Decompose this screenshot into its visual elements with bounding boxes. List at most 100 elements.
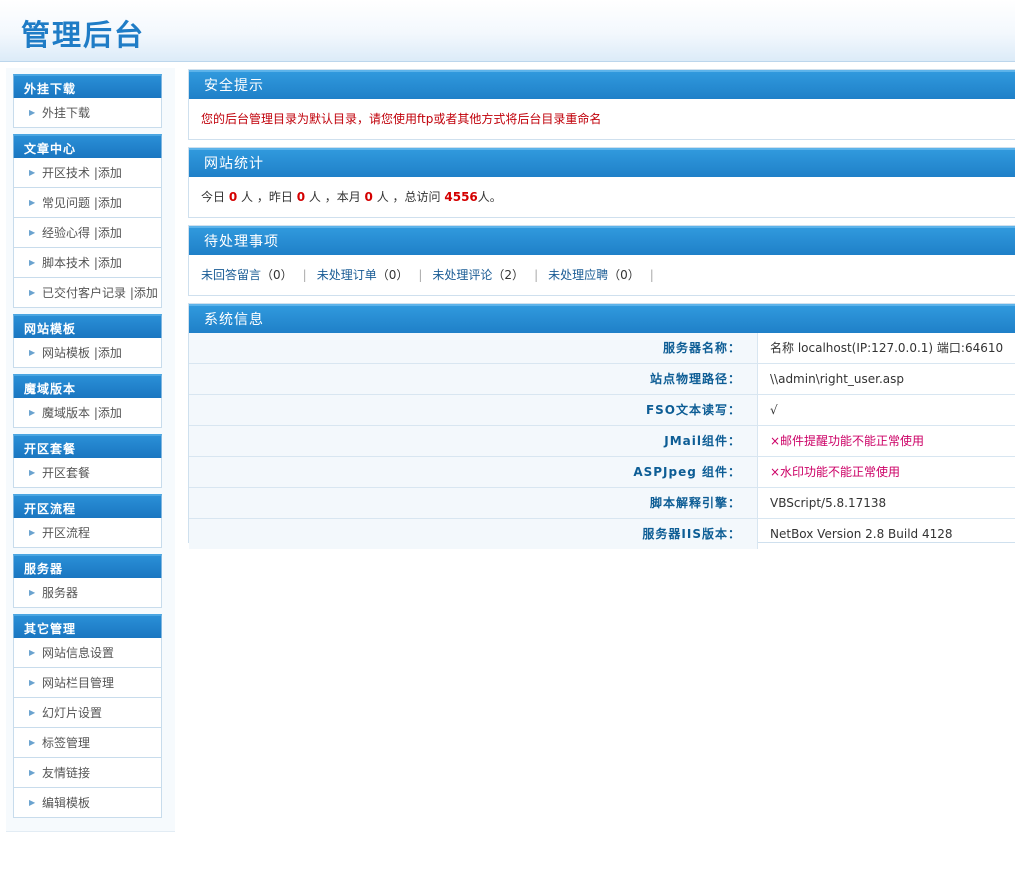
stat-label: 人 ，本月 [308, 190, 361, 204]
stat-suffix: 人。 [477, 190, 502, 204]
info-value: ×邮件提醒功能不能正常使用 [770, 434, 925, 448]
sidebar-group-title[interactable]: 魔域版本 [13, 374, 162, 398]
arrow-right-icon: ▶ [29, 288, 36, 297]
arrow-right-icon: ▶ [29, 348, 36, 357]
sidebar-group-plugin-download: 外挂下载 ▶ 外挂下载 [13, 74, 162, 128]
sidebar-item-site-info[interactable]: ▶ 网站信息设置 [13, 638, 162, 668]
arrow-right-icon: ▶ [29, 648, 36, 657]
stat-month: 0 [364, 190, 373, 204]
stat-yesterday: 0 [296, 190, 306, 204]
arrow-right-icon: ▶ [29, 198, 36, 207]
arrow-right-icon: ▶ [29, 678, 36, 687]
panel-title: 安全提示 [189, 70, 1015, 99]
sidebar-item-slides[interactable]: ▶ 幻灯片设置 [13, 698, 162, 728]
stat-label: 人 ，昨日 [241, 190, 293, 204]
add-link[interactable]: |添加 [126, 286, 158, 300]
table-row: ASPJpeg 组件： ×水印功能不能正常使用 [189, 457, 1015, 488]
sidebar-group-process: 开区流程 ▶ 开区流程 [13, 494, 162, 548]
table-row: JMail组件： ×邮件提醒功能不能正常使用 [189, 426, 1015, 457]
sidebar-item-columns[interactable]: ▶ 网站栏目管理 [13, 668, 162, 698]
sysinfo-panel: 系统信息 服务器名称： 名称 localhost(IP:127.0.0.1) 端… [188, 303, 1015, 549]
todo-unanswered-messages[interactable]: 未回答留言 [201, 268, 261, 282]
stat-total: 4556 [444, 190, 478, 204]
sidebar-group-title[interactable]: 网站模板 [13, 314, 162, 338]
info-value: VBScript/5.8.17138 [770, 496, 887, 510]
separator: | [302, 268, 307, 282]
table-row: 服务器IIS版本： NetBox Version 2.8 Build 4128 [189, 519, 1015, 549]
arrow-right-icon: ▶ [29, 588, 36, 597]
info-value: √ [770, 403, 778, 417]
info-value: 名称 localhost(IP:127.0.0.1) 端口:64610 [770, 341, 1004, 355]
info-label: 站点物理路径： [189, 364, 758, 394]
todo-pending-applications[interactable]: 未处理应聘 [548, 268, 608, 282]
info-label: 脚本解释引擎： [189, 488, 758, 518]
stat-today: 0 [228, 190, 238, 204]
security-message-row: 您的后台管理目录为默认目录，请您使用ftp或者其他方式将后台目录重命名 [189, 99, 1015, 139]
table-row: 站点物理路径： \\admin\right_user.asp [189, 364, 1015, 395]
arrow-right-icon: ▶ [29, 108, 36, 117]
arrow-right-icon: ▶ [29, 258, 36, 267]
sidebar-group-title[interactable]: 服务器 [13, 554, 162, 578]
add-link[interactable]: |添加 [90, 256, 122, 270]
info-label: 服务器IIS版本： [189, 519, 758, 549]
sidebar-item-script-tech[interactable]: ▶ 脚本技术 |添加 [13, 248, 162, 278]
sidebar-item-links[interactable]: ▶ 友情链接 [13, 758, 162, 788]
table-row: 服务器名称： 名称 localhost(IP:127.0.0.1) 端口:646… [189, 333, 1015, 364]
info-label: 服务器名称： [189, 333, 758, 363]
separator: | [649, 268, 654, 282]
info-label: ASPJpeg 组件： [189, 457, 758, 487]
add-link[interactable]: |添加 [90, 226, 122, 240]
sidebar-item-process[interactable]: ▶ 开区流程 [13, 518, 162, 548]
panel-title: 网站统计 [189, 148, 1015, 177]
sidebar: 外挂下载 ▶ 外挂下载 文章中心 ▶ 开区技术 |添加 ▶ 常见问题 |添加 ▶ 经验心… [6, 68, 175, 832]
separator: | [418, 268, 423, 282]
arrow-right-icon: ▶ [29, 168, 36, 177]
site-logo-title: 管理后台 [21, 18, 146, 52]
todo-pending-comments[interactable]: 未处理评论 [432, 268, 492, 282]
sidebar-item-versions[interactable]: ▶ 魔域版本 |添加 [13, 398, 162, 428]
sidebar-group-title[interactable]: 外挂下载 [13, 74, 162, 98]
sidebar-item-faq[interactable]: ▶ 常见问题 |添加 [13, 188, 162, 218]
add-link[interactable]: |添加 [90, 196, 122, 210]
add-link[interactable]: |添加 [90, 406, 122, 420]
sidebar-group-templates: 网站模板 ▶ 网站模板 |添加 [13, 314, 162, 368]
sidebar-group-title[interactable]: 文章中心 [13, 134, 162, 158]
stats-panel: 网站统计 今日 0 人 ，昨日 0 人 ，本月 0 人 ，总访问 4556人。 [188, 147, 1015, 218]
add-link[interactable]: |添加 [90, 346, 122, 360]
sidebar-group-other: 其它管理 ▶ 网站信息设置 ▶ 网站栏目管理 ▶ 幻灯片设置 ▶ 标签管理 ▶ 友情链接 … [13, 614, 162, 818]
arrow-right-icon: ▶ [29, 408, 36, 417]
arrow-right-icon: ▶ [29, 738, 36, 747]
sidebar-item-experience[interactable]: ▶ 经验心得 |添加 [13, 218, 162, 248]
sidebar-group-articles: 文章中心 ▶ 开区技术 |添加 ▶ 常见问题 |添加 ▶ 经验心得 |添加 ▶ 脚本技术… [13, 134, 162, 308]
sidebar-item-tags[interactable]: ▶ 标签管理 [13, 728, 162, 758]
sysinfo-table: 服务器名称： 名称 localhost(IP:127.0.0.1) 端口:646… [189, 333, 1015, 549]
sidebar-item-packages[interactable]: ▶ 开区套餐 [13, 458, 162, 488]
table-row: FSO文本读写： √ [189, 395, 1015, 426]
sidebar-item-servers[interactable]: ▶ 服务器 [13, 578, 162, 608]
info-label: FSO文本读写： [189, 395, 758, 425]
sidebar-group-versions: 魔域版本 ▶ 魔域版本 |添加 [13, 374, 162, 428]
arrow-right-icon: ▶ [29, 708, 36, 717]
sidebar-item-server-tech[interactable]: ▶ 开区技术 |添加 [13, 158, 162, 188]
sidebar-item-edit-template[interactable]: ▶ 编辑模板 [13, 788, 162, 818]
todo-pending-orders[interactable]: 未处理订单 [317, 268, 377, 282]
sidebar-item-templates[interactable]: ▶ 网站模板 |添加 [13, 338, 162, 368]
sidebar-item-client-records[interactable]: ▶ 已交付客户记录 |添加 [13, 278, 162, 308]
info-label: JMail组件： [189, 426, 758, 456]
arrow-right-icon: ▶ [29, 228, 36, 237]
stats-row: 今日 0 人 ，昨日 0 人 ，本月 0 人 ，总访问 4556人。 [189, 177, 1015, 217]
security-panel: 安全提示 您的后台管理目录为默认目录，请您使用ftp或者其他方式将后台目录重命名 [188, 69, 1015, 140]
stat-label: 今日 [201, 190, 226, 204]
sidebar-group-title[interactable]: 开区套餐 [13, 434, 162, 458]
separator: | [534, 268, 539, 282]
sidebar-item-plugin-download[interactable]: ▶ 外挂下载 [13, 98, 162, 128]
todo-panel: 待处理事项 未回答留言（0） | 未处理订单（0） | 未处理评论（2） | 未处理应聘（0… [188, 225, 1015, 296]
add-link[interactable]: |添加 [90, 166, 122, 180]
info-value: \\admin\right_user.asp [770, 372, 905, 386]
sidebar-group-title[interactable]: 开区流程 [13, 494, 162, 518]
todo-row: 未回答留言（0） | 未处理订单（0） | 未处理评论（2） | 未处理应聘（0） | [189, 255, 1015, 295]
sidebar-group-packages: 开区套餐 ▶ 开区套餐 [13, 434, 162, 488]
todo-count: （2） [492, 268, 525, 282]
arrow-right-icon: ▶ [29, 768, 36, 777]
sidebar-group-title[interactable]: 其它管理 [13, 614, 162, 638]
